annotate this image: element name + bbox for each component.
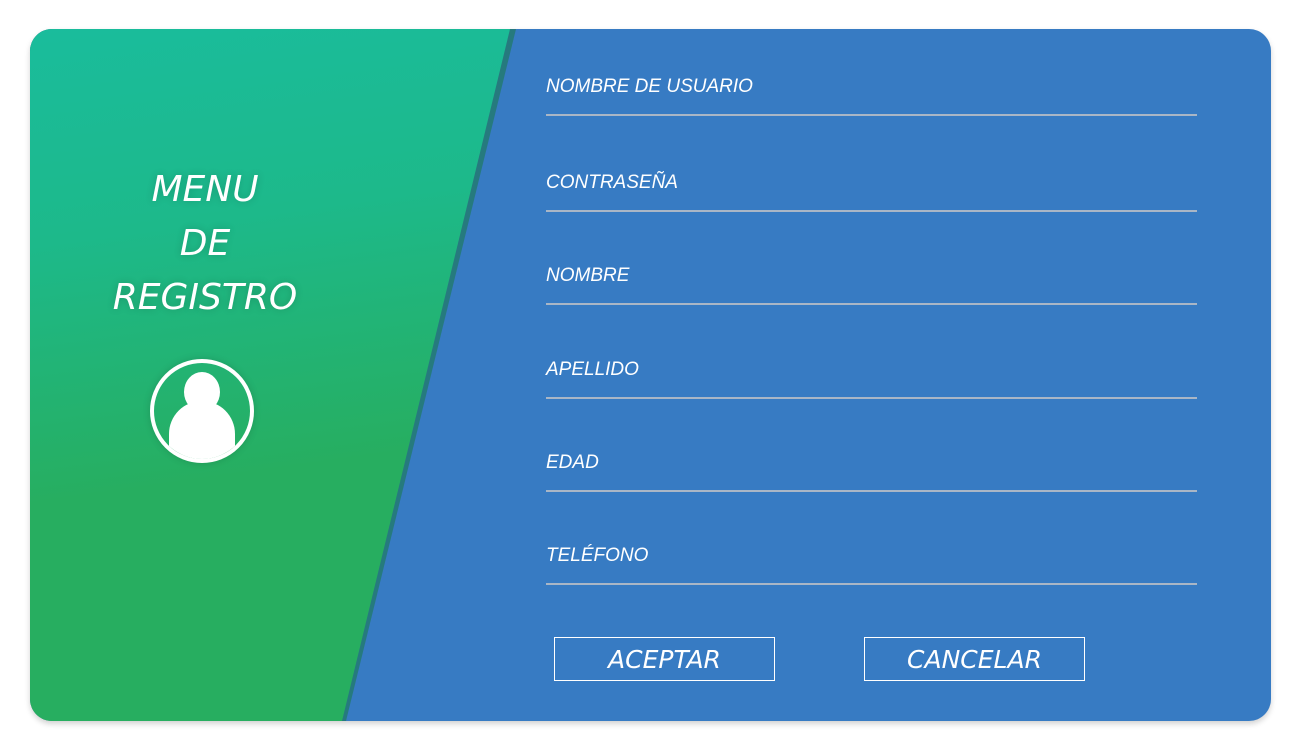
username-label: NOMBRE DE USUARIO <box>546 76 753 97</box>
phone-field[interactable]: TELÉFONO <box>546 545 1197 585</box>
cancel-button[interactable]: CANCELAR <box>864 637 1085 681</box>
title-line-2: DE <box>179 223 231 264</box>
accept-button[interactable]: ACEPTAR <box>554 637 775 681</box>
page-title: MENU DE REGISTRO <box>95 163 315 325</box>
avatar-body <box>169 401 235 459</box>
title-line-3: REGISTRO <box>112 277 298 318</box>
last-name-label: APELLIDO <box>546 359 639 380</box>
age-field[interactable]: EDAD <box>546 452 1197 492</box>
user-avatar-icon <box>150 359 254 463</box>
phone-label: TELÉFONO <box>546 545 649 566</box>
first-name-label: NOMBRE <box>546 265 630 286</box>
password-field[interactable]: CONTRASEÑA <box>546 172 1197 212</box>
password-label: CONTRASEÑA <box>546 172 678 193</box>
username-field[interactable]: NOMBRE DE USUARIO <box>546 76 1197 116</box>
title-line-1: MENU <box>151 169 259 210</box>
age-label: EDAD <box>546 452 599 473</box>
registration-card: MENU DE REGISTRO NOMBRE DE USUARIO CONTR… <box>30 29 1271 721</box>
last-name-field[interactable]: APELLIDO <box>546 359 1197 399</box>
first-name-field[interactable]: NOMBRE <box>546 265 1197 305</box>
